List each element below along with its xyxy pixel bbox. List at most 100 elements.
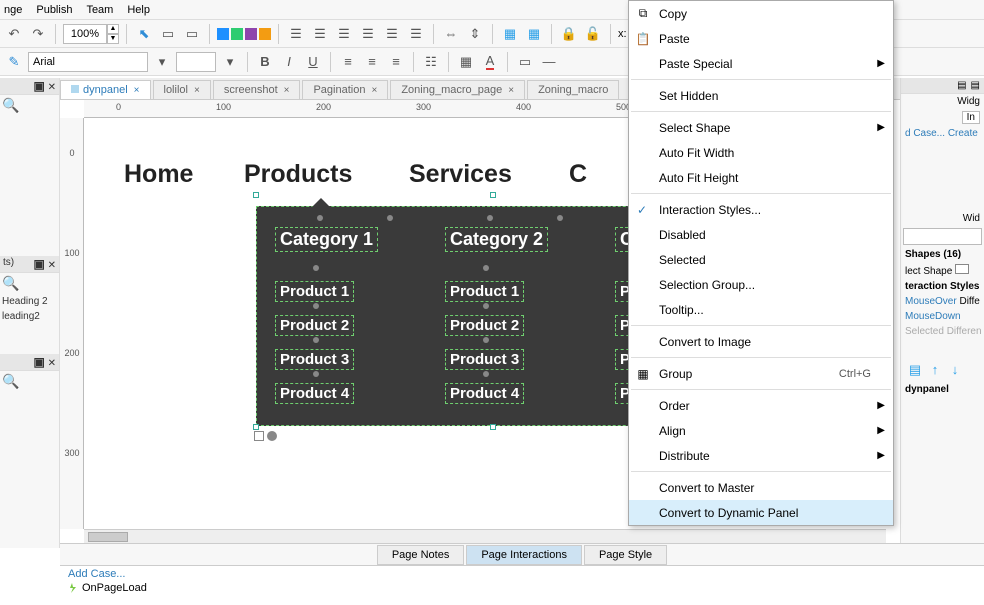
nav-products[interactable]: Products [244,160,352,189]
tab-zoning-macro[interactable]: Zoning_macro [527,80,619,99]
tab-dynpanel[interactable]: dynpanel× [60,80,151,99]
tab-pagination[interactable]: Pagination× [302,80,388,99]
ctx-paste[interactable]: 📋Paste [629,26,893,51]
bolt-icon [68,583,78,593]
page-tab-interactions[interactable]: Page Interactions [466,545,582,565]
ctx-convert-to-image[interactable]: Convert to Image [629,329,893,354]
undo-icon[interactable]: ↶ [4,24,24,44]
align-top-icon[interactable]: ☰ [358,24,378,44]
ctx-copy[interactable]: ⧉Copy [629,1,893,26]
ctx-tooltip[interactable]: Tooltip... [629,297,893,322]
align-center-icon[interactable]: ☰ [310,24,330,44]
select-intercept-icon[interactable]: ▭ [158,24,178,44]
ctx-convert-to-master[interactable]: Convert to Master [629,475,893,500]
cat2-title[interactable]: Category 2 [445,227,548,252]
tab-screenshot[interactable]: screenshot× [213,80,301,99]
nav-home[interactable]: Home [124,160,193,189]
font-color-icon[interactable]: A [480,52,500,72]
menu-team[interactable]: Team [86,4,113,16]
ctx-selected[interactable]: Selected [629,247,893,272]
bullets-icon[interactable]: ☷ [421,52,441,72]
check-icon: ✓ [637,203,647,217]
cat1-p4[interactable]: Product 4 [275,383,354,404]
cat2-p1[interactable]: Product 1 [445,281,524,302]
underline-icon[interactable]: U [303,52,323,72]
align-bottom-icon[interactable]: ☰ [406,24,426,44]
ctx-auto-fit-width[interactable]: Auto Fit Width [629,140,893,165]
in-button[interactable]: In [962,111,980,124]
tab-lolilol[interactable]: lolilol× [153,80,211,99]
zoom-up-icon[interactable]: ▲ [107,24,119,34]
text-left-icon[interactable]: ≡ [338,52,358,72]
page-tab-notes[interactable]: Page Notes [377,545,464,565]
redo-icon[interactable]: ↷ [28,24,48,44]
font-size-input[interactable] [176,52,216,72]
select-contain-icon[interactable]: ▭ [182,24,202,44]
tab-zoning-macro-page[interactable]: Zoning_macro_page× [390,80,525,99]
fill-icon[interactable]: ▦ [456,52,476,72]
text-center-icon[interactable]: ≡ [362,52,382,72]
d-case-link[interactable]: d Case... [905,128,945,139]
font-name-input[interactable] [28,52,148,72]
paint-icon[interactable]: ✎ [4,52,24,72]
search-icon[interactable]: 🔍 [2,97,19,113]
scrollbar-horizontal[interactable] [84,529,886,543]
ctx-select-shape[interactable]: Select Shape▶ [629,115,893,140]
cat2-p3[interactable]: Product 3 [445,349,524,370]
ctx-disabled[interactable]: Disabled [629,222,893,247]
ctx-group[interactable]: ▦GroupCtrl+G [629,361,893,386]
ctx-order[interactable]: Order▶ [629,393,893,418]
select-mode-icon[interactable]: ⬉ [134,24,154,44]
nav-c[interactable]: C [569,160,587,189]
copy2-icon[interactable]: ▤ [971,80,980,91]
lock-icon[interactable]: 🔒 [559,24,579,44]
cat1-p3[interactable]: Product 3 [275,349,354,370]
zoom-down-icon[interactable]: ▼ [107,34,119,44]
menu-arrange[interactable]: nge [4,4,22,16]
ctx-paste-special[interactable]: Paste Special▶ [629,51,893,76]
copy-icon[interactable]: ▤ [957,80,966,91]
font-size-dd-icon[interactable]: ▾ [220,52,240,72]
ctx-set-hidden[interactable]: Set Hidden [629,83,893,108]
shape-palette[interactable] [217,28,271,40]
align-middle-icon[interactable]: ☰ [382,24,402,44]
cat1-p2[interactable]: Product 2 [275,315,354,336]
unlock-icon[interactable]: 🔓 [583,24,603,44]
add-case-link[interactable]: Add Case... [68,568,976,580]
cat2-p2[interactable]: Product 2 [445,315,524,336]
ctx-align[interactable]: Align▶ [629,418,893,443]
line-icon[interactable]: — [539,52,559,72]
back-icon[interactable]: ▦ [524,24,544,44]
nav-services[interactable]: Services [409,160,512,189]
ctx-convert-to-dynamic-panel[interactable]: Convert to Dynamic Panel [629,500,893,525]
create-link[interactable]: Create [948,128,978,139]
mouseover-link[interactable]: MouseOver [905,296,957,307]
flyout-panel[interactable]: Category 1 Product 1 Product 2 Product 3… [256,206,686,426]
search-icon[interactable]: 🔍 [2,275,19,291]
ctx-distribute[interactable]: Distribute▶ [629,443,893,468]
italic-icon[interactable]: I [279,52,299,72]
event-onpageload[interactable]: OnPageLoad [82,582,147,594]
cat1-p1[interactable]: Product 1 [275,281,354,302]
zoom-input[interactable] [63,24,107,44]
right-rail: ▤▤ Widg In d Case... Create Wid Shapes (… [900,78,984,548]
align-right-icon[interactable]: ☰ [334,24,354,44]
align-left-icon[interactable]: ☰ [286,24,306,44]
menu-publish[interactable]: Publish [36,4,72,16]
dist-h-icon[interactable]: ⇔ [441,24,461,44]
border-icon[interactable]: ▭ [515,52,535,72]
dist-v-icon[interactable]: ⇕ [465,24,485,44]
text-right-icon[interactable]: ≡ [386,52,406,72]
ctx-auto-fit-height[interactable]: Auto Fit Height [629,165,893,190]
mousedown-link[interactable]: MouseDown [905,311,961,322]
cat1-title[interactable]: Category 1 [275,227,378,252]
search-icon[interactable]: 🔍 [2,373,19,389]
bold-icon[interactable]: B [255,52,275,72]
cat2-p4[interactable]: Product 4 [445,383,524,404]
ctx-selection-group[interactable]: Selection Group... [629,272,893,297]
ctx-interaction-styles[interactable]: ✓Interaction Styles... [629,197,893,222]
font-name-dd-icon[interactable]: ▾ [152,52,172,72]
front-icon[interactable]: ▦ [500,24,520,44]
page-tab-style[interactable]: Page Style [584,545,667,565]
menu-help[interactable]: Help [127,4,150,16]
